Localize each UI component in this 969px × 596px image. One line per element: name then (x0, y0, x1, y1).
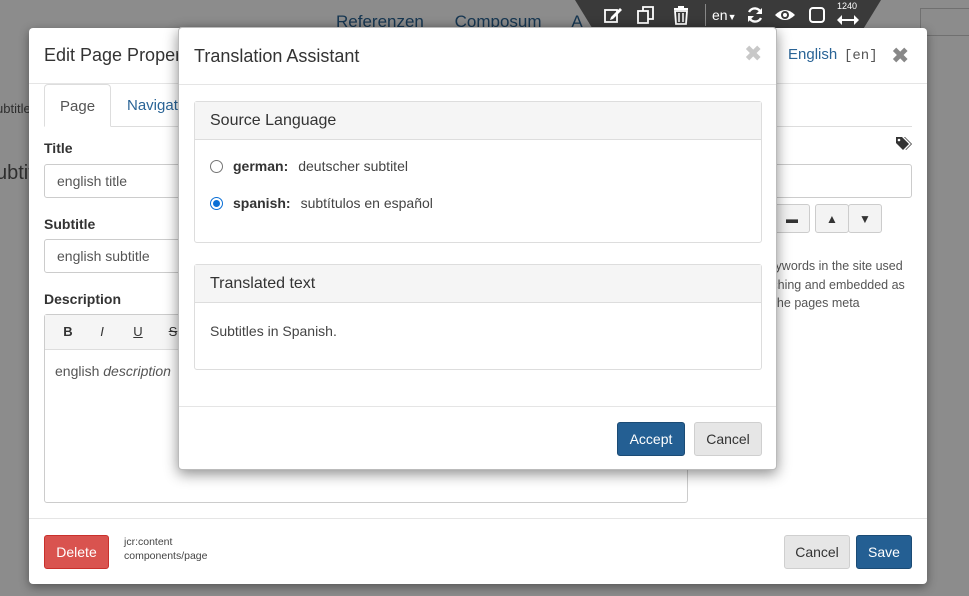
tab-page[interactable]: Page (44, 84, 112, 127)
close-icon[interactable]: ✖ (744, 41, 762, 67)
top-toolbar: en▼ 1240 (575, 0, 881, 30)
language-code: en (712, 7, 728, 23)
path-line: components/page (124, 550, 208, 562)
cancel-button[interactable]: Cancel (784, 535, 850, 569)
dialog-title: Translation Assistant (194, 46, 360, 66)
option-text: subtítulos en español (300, 195, 433, 211)
radio-button[interactable] (210, 159, 223, 173)
accept-button[interactable]: Accept (617, 422, 685, 456)
option-text: deutscher subtitel (298, 158, 408, 174)
edit-icon[interactable] (601, 3, 625, 27)
chevron-down-icon: ▼ (859, 211, 871, 226)
description-text-italic: description (103, 363, 171, 379)
panel-heading: Source Language (195, 102, 761, 140)
delete-button[interactable]: Delete (44, 535, 109, 569)
title-label: Title (44, 140, 73, 156)
bold-button[interactable]: B (58, 324, 78, 339)
move-up-button[interactable]: ▲ (815, 204, 849, 233)
source-option-german[interactable]: german: deutscher subtitel (210, 158, 408, 174)
refresh-icon[interactable] (743, 3, 767, 27)
minus-icon: ▬ (786, 211, 798, 226)
source-option-spanish[interactable]: spanish: subtítulos en español (210, 195, 433, 211)
move-down-button[interactable]: ▼ (848, 204, 882, 233)
dialog-footer: Accept Cancel (179, 406, 776, 470)
translated-text-panel: Translated text Subtitles in Spanish. (194, 264, 762, 370)
tags-icon (895, 136, 913, 157)
copy-icon[interactable] (634, 3, 658, 27)
save-button[interactable]: Save (856, 535, 912, 569)
option-language: german: (233, 158, 289, 174)
translation-assistant-dialog: Translation Assistant ✖ Source Language … (178, 27, 777, 470)
panel-heading: Translated text (195, 265, 761, 303)
description-text: english (55, 363, 104, 379)
remove-keyword-button[interactable]: ▬ (774, 204, 810, 233)
square-icon[interactable] (805, 3, 829, 27)
dialog-footer: Delete jcr:content components/page Cance… (29, 518, 927, 584)
option-language: spanish: (233, 195, 291, 211)
subtitle-label: Subtitle (44, 216, 96, 232)
toolbar-separator (705, 4, 706, 26)
editor-content[interactable]: english description (55, 363, 171, 379)
italic-button[interactable]: I (92, 324, 112, 339)
eye-icon[interactable] (773, 3, 797, 27)
language-dropdown[interactable]: en▼ (712, 7, 737, 23)
translated-text: Subtitles in Spanish. (210, 323, 337, 339)
description-label: Description (44, 291, 122, 307)
close-icon[interactable]: ✖ (891, 43, 909, 69)
language-code-label: [en] (844, 48, 878, 64)
cancel-button[interactable]: Cancel (694, 422, 762, 456)
resource-path: jcr:content components/page (124, 535, 207, 563)
trash-icon[interactable] (669, 3, 693, 27)
underline-button[interactable]: U (128, 324, 148, 339)
source-language-panel: Source Language german: deutscher subtit… (194, 101, 762, 243)
chevron-up-icon: ▲ (826, 211, 838, 226)
radio-button[interactable] (210, 196, 223, 210)
path-line: jcr:content (124, 536, 173, 548)
dialog-header: Translation Assistant ✖ (179, 28, 776, 85)
caret-down-icon: ▼ (727, 12, 737, 22)
language-link[interactable]: English (788, 46, 837, 63)
